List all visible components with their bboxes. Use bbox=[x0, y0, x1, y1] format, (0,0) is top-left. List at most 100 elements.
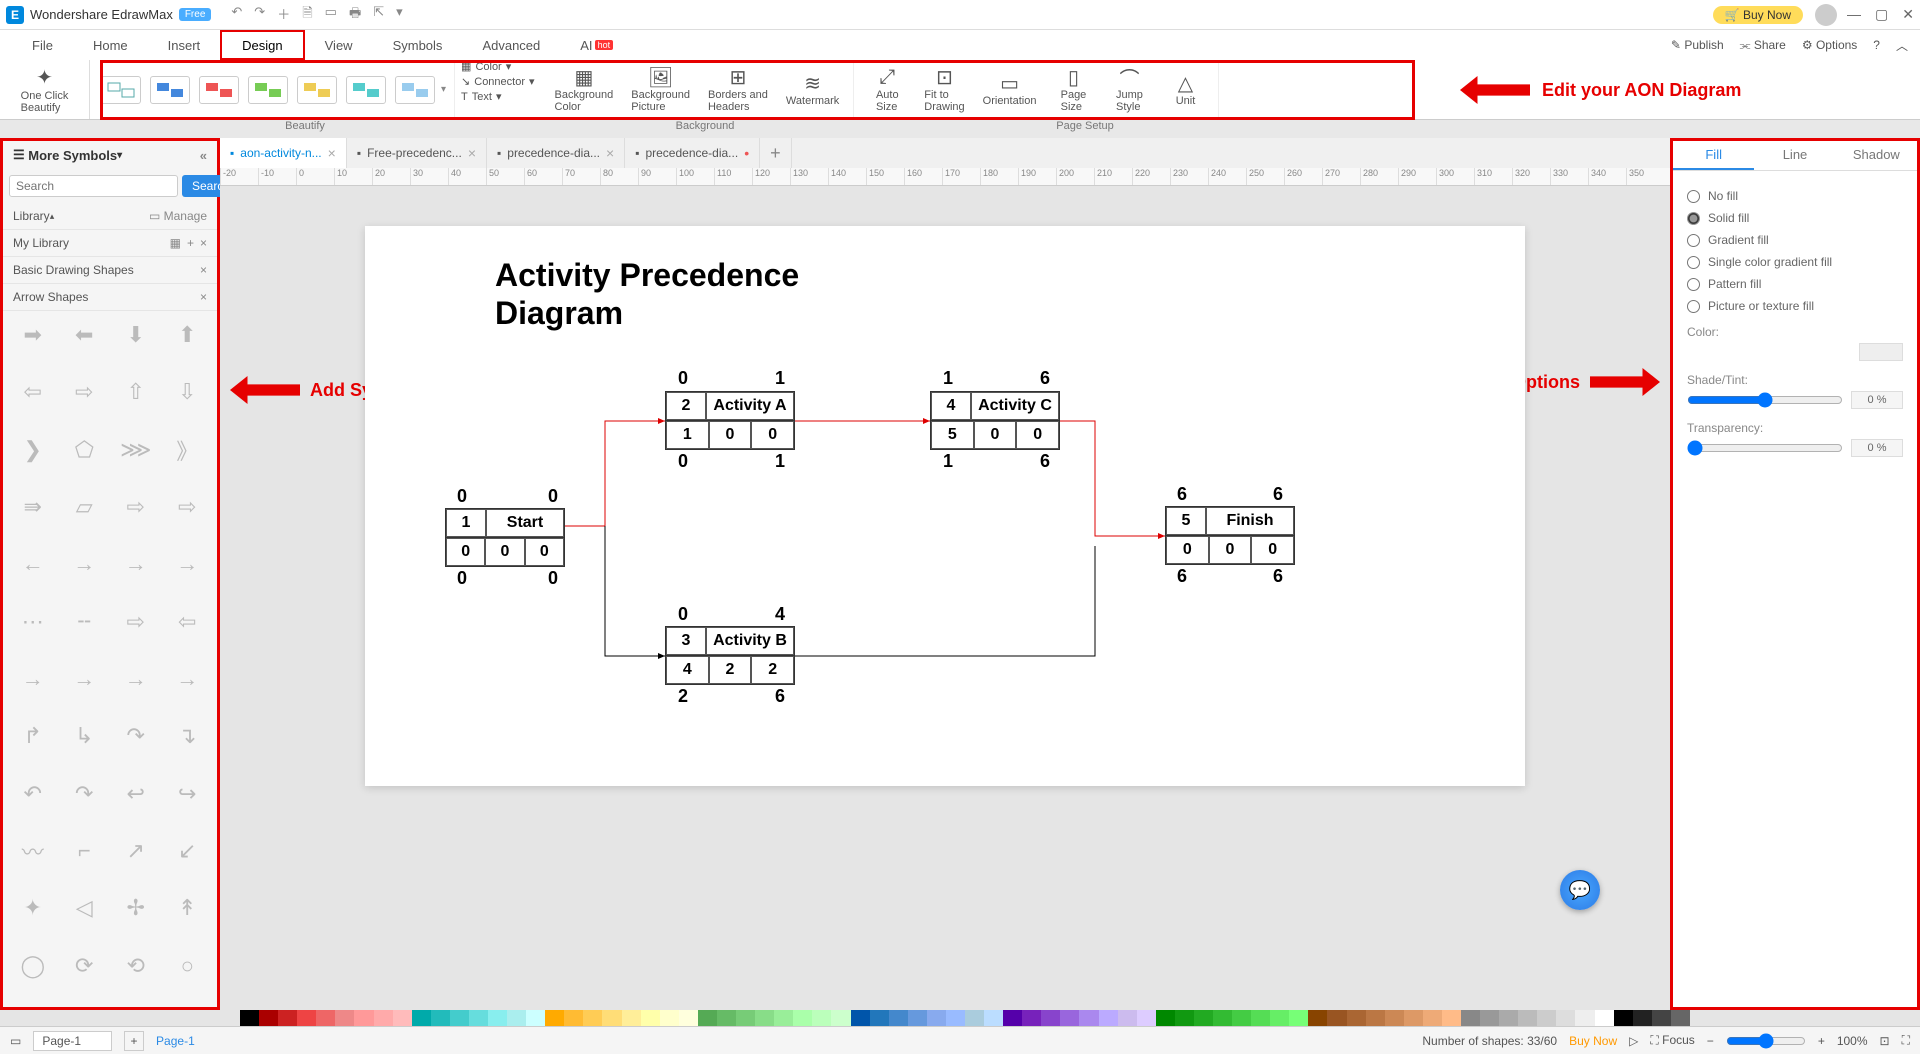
zoom-in-icon[interactable]: + bbox=[1818, 1034, 1825, 1048]
doc-tab-2[interactable]: ▪Free-precedenc...× bbox=[347, 138, 487, 168]
circle2-shape[interactable]: ⟳ bbox=[61, 948, 109, 984]
corner3-shape[interactable]: ↙ bbox=[164, 833, 212, 869]
gray-right-shape[interactable]: ⇨ bbox=[112, 604, 160, 640]
new-icon[interactable]: ＋ bbox=[277, 4, 290, 26]
tab-ai[interactable]: AIhot bbox=[560, 30, 633, 60]
node-finish[interactable]: 5 Finish 0 0 0 bbox=[1165, 506, 1295, 565]
print-icon[interactable]: 🖶 bbox=[349, 4, 361, 26]
tab-fill[interactable]: Fill bbox=[1673, 141, 1754, 170]
node-activity-b[interactable]: 3 Activity B 4 2 2 bbox=[665, 626, 795, 685]
arrow-up-shape[interactable]: ⬆ bbox=[164, 317, 212, 353]
jump-style-button[interactable]: ⌒Jump Style bbox=[1104, 65, 1154, 115]
focus-mode[interactable]: ⛶ Focus bbox=[1650, 1033, 1694, 1048]
doc-tab-4[interactable]: ▪precedence-dia...• bbox=[625, 138, 760, 168]
thin-arrow1-shape[interactable]: → bbox=[9, 661, 57, 697]
my-library-row[interactable]: My Library ▦+× bbox=[3, 230, 217, 257]
transparency-slider[interactable] bbox=[1687, 440, 1843, 456]
pentagon-shape[interactable]: ⬠ bbox=[61, 432, 109, 468]
arrow-down-shape[interactable]: ⬇ bbox=[112, 317, 160, 353]
node-activity-c[interactable]: 4 Activity C 5 0 0 bbox=[930, 391, 1060, 450]
opt-single-gradient[interactable]: Single color gradient fill bbox=[1687, 255, 1903, 269]
thin-arrow3-shape[interactable]: → bbox=[112, 661, 160, 697]
theme-style-5[interactable] bbox=[297, 76, 337, 104]
arrow-right2-shape[interactable]: ⇨ bbox=[61, 374, 109, 410]
help-icon[interactable]: ? bbox=[1873, 38, 1880, 52]
zoom-out-icon[interactable]: − bbox=[1707, 1034, 1714, 1048]
theme-style-4[interactable] bbox=[248, 76, 288, 104]
borders-headers-button[interactable]: ⊞Borders and Headers bbox=[702, 65, 774, 115]
unit-button[interactable]: △Unit bbox=[1160, 71, 1210, 109]
chevron-shape[interactable]: ❯ bbox=[9, 432, 57, 468]
tab-file[interactable]: File bbox=[12, 30, 73, 60]
tab-view[interactable]: View bbox=[305, 30, 373, 60]
circle3-shape[interactable]: ⟲ bbox=[112, 948, 160, 984]
collapse-ribbon-icon[interactable]: ︿ bbox=[1896, 37, 1908, 54]
buy-status-link[interactable]: Buy Now bbox=[1569, 1034, 1617, 1048]
page-size-button[interactable]: ▯Page Size bbox=[1048, 65, 1098, 115]
zoom-slider[interactable] bbox=[1726, 1033, 1806, 1049]
double-chevron-shape[interactable]: 》 bbox=[164, 432, 212, 468]
options-button[interactable]: ⚙ Options bbox=[1802, 38, 1857, 52]
fullscreen-icon[interactable]: ⛶ bbox=[1902, 1033, 1910, 1048]
basic-shapes-row[interactable]: Basic Drawing Shapes × bbox=[3, 257, 217, 284]
arrow-down2-shape[interactable]: ⇩ bbox=[164, 374, 212, 410]
close-lib-icon[interactable]: × bbox=[200, 236, 207, 250]
close-tab-icon[interactable]: × bbox=[468, 145, 476, 161]
add-page-button[interactable]: + bbox=[124, 1031, 144, 1051]
redo-icon[interactable]: ↷ bbox=[254, 4, 265, 26]
thin-arrow2-shape[interactable]: → bbox=[61, 661, 109, 697]
thin-right-shape[interactable]: → bbox=[61, 546, 109, 582]
tab-home[interactable]: Home bbox=[73, 30, 148, 60]
dotted-shape[interactable]: ⋯ bbox=[9, 604, 57, 640]
theme-style-2[interactable] bbox=[150, 76, 190, 104]
publish-button[interactable]: ✎ Publish bbox=[1671, 38, 1724, 52]
tab-insert[interactable]: Insert bbox=[148, 30, 221, 60]
curve-right-shape[interactable]: ↷ bbox=[112, 718, 160, 754]
theme-more-icon[interactable]: ▾ bbox=[441, 84, 446, 95]
uturn-shape[interactable]: ↩ bbox=[112, 776, 160, 812]
maximize-icon[interactable]: ▢ bbox=[1875, 6, 1888, 23]
background-picture-button[interactable]: 🖼Background Picture bbox=[625, 65, 696, 115]
dashed-shape[interactable]: ╌ bbox=[61, 604, 109, 640]
close-tab-icon[interactable]: × bbox=[328, 145, 336, 161]
curve-down-shape[interactable]: ↴ bbox=[164, 718, 212, 754]
thin-arrow4-shape[interactable]: → bbox=[164, 661, 212, 697]
collapse-panel-icon[interactable]: « bbox=[200, 148, 207, 163]
quad-shape[interactable]: ✦ bbox=[9, 890, 57, 926]
page-selector[interactable]: Page-1 bbox=[33, 1031, 112, 1051]
tab-advanced[interactable]: Advanced bbox=[462, 30, 560, 60]
theme-style-1[interactable] bbox=[101, 76, 141, 104]
drawing-page[interactable]: Activity Precedence Diagram 0 0 1 bbox=[365, 226, 1525, 786]
outline-arrow-shape[interactable]: ⇨ bbox=[112, 489, 160, 525]
outline-arrow2-shape[interactable]: ⇨ bbox=[164, 489, 212, 525]
striped-arrow-shape[interactable]: ⇛ bbox=[9, 489, 57, 525]
tab-design[interactable]: Design bbox=[220, 30, 304, 60]
thin-right3-shape[interactable]: → bbox=[164, 546, 212, 582]
watermark-button[interactable]: ≋Watermark bbox=[780, 71, 845, 109]
gray-left-shape[interactable]: ⇦ bbox=[164, 604, 212, 640]
fit-drawing-button[interactable]: ⊡Fit to Drawing bbox=[918, 65, 970, 115]
add-icon[interactable]: + bbox=[187, 236, 194, 250]
close-basic-icon[interactable]: × bbox=[200, 263, 207, 277]
chat-bubble-button[interactable]: 💬 bbox=[1560, 870, 1600, 910]
undo-icon[interactable]: ↶ bbox=[231, 4, 242, 26]
triple-arrow-shape[interactable]: ⋙ bbox=[112, 432, 160, 468]
color-dropdown[interactable]: ▦Color ▾ bbox=[461, 60, 535, 73]
block-arrow-shape[interactable]: ▱ bbox=[61, 489, 109, 525]
curve1-shape[interactable]: ↶ bbox=[9, 776, 57, 812]
opt-gradient-fill[interactable]: Gradient fill bbox=[1687, 233, 1903, 247]
save-icon[interactable]: 🗎 bbox=[302, 4, 312, 26]
theme-style-3[interactable] bbox=[199, 76, 239, 104]
presentation-icon[interactable]: ▷ bbox=[1629, 1034, 1638, 1048]
buy-now-button[interactable]: 🛒 Buy Now bbox=[1713, 6, 1803, 24]
arrow-up2-shape[interactable]: ⇧ bbox=[112, 374, 160, 410]
circle4-shape[interactable]: ○ bbox=[164, 948, 212, 984]
node-activity-a[interactable]: 2 Activity A 1 0 0 bbox=[665, 391, 795, 450]
bent-up-shape[interactable]: ↱ bbox=[9, 718, 57, 754]
close-arrows-icon[interactable]: × bbox=[200, 290, 207, 304]
fit-page-icon[interactable]: ⊡ bbox=[1880, 1034, 1890, 1048]
node-start[interactable]: 1 Start 0 0 0 bbox=[445, 508, 565, 567]
thin-right2-shape[interactable]: → bbox=[112, 546, 160, 582]
add-tab-button[interactable]: + bbox=[760, 138, 792, 168]
theme-style-6[interactable] bbox=[346, 76, 386, 104]
